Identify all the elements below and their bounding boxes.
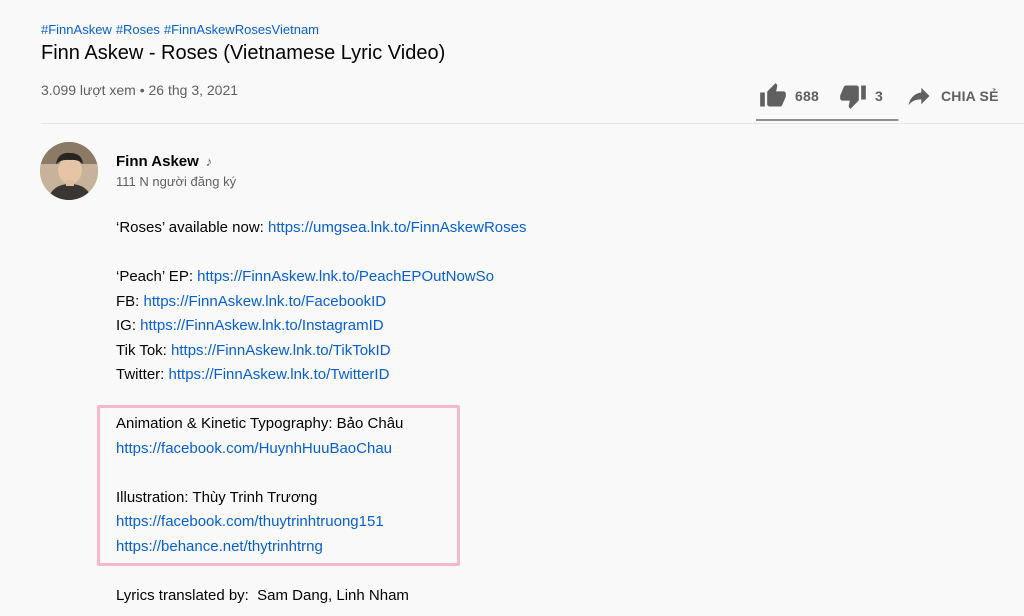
description-line: https://facebook.com/HuynhHuuBaoChau [116, 437, 526, 462]
tiktok-label: Tik Tok: [116, 341, 172, 359]
thumbs-up-icon [759, 82, 787, 110]
description-line: https://behance.net/thytrinhtrng [116, 535, 526, 560]
ig-label: IG: [116, 317, 141, 334]
peach-label: ‘Peach’ EP: [116, 268, 198, 285]
tiktok-link[interactable]: https://FinnAskew.lnk.to/TikTokID [171, 342, 391, 359]
animation-credit: Animation & Kinetic Typography: Bảo Châu [116, 415, 404, 432]
description-line: ‘Roses’ available now: https://umgsea.ln… [116, 216, 526, 241]
upload-date: 26 thg 3, 2021 [148, 82, 239, 98]
like-count: 688 [795, 88, 819, 104]
share-button[interactable]: CHIA SẺ [905, 76, 999, 116]
avatar-photo [40, 142, 98, 200]
description-line: ‘Peach’ EP: https://FinnAskew.lnk.to/Pea… [116, 265, 526, 290]
video-title: Finn Askew - Roses (Vietnamese Lyric Vid… [41, 42, 446, 64]
roses-label: ‘Roses’ available now: [116, 219, 269, 236]
channel-name[interactable]: Finn Askew [116, 152, 199, 172]
lyrics-credit: Lyrics translated by: Sam Dang, Linh Nha… [116, 586, 409, 604]
hashtag-row: #FinnAskew #Roses #FinnAskewRosesVietnam [41, 21, 319, 39]
video-page: #FinnAskew #Roses #FinnAskewRosesVietnam F… [0, 0, 1024, 616]
divider [41, 123, 1024, 124]
description-line: IG: https://FinnAskew.lnk.to/InstagramID [116, 314, 526, 339]
share-label: CHIA SẺ [940, 88, 999, 104]
illustration-facebook-link[interactable]: https://facebook.com/thuytrinhtruong151 [116, 513, 384, 530]
channel-name-row: Finn Askew ♪ [116, 152, 212, 172]
description-line: Twitter: https://FinnAskew.lnk.to/Twitte… [116, 363, 526, 388]
description-line: Tik Tok: https://FinnAskew.lnk.to/TikTok… [116, 339, 526, 364]
sentiment-bar-fill [756, 119, 899, 121]
music-note-icon: ♪ [205, 154, 213, 169]
twitter-link[interactable]: https://FinnAskew.lnk.to/TwitterID [169, 366, 390, 383]
hashtag-finnaskew[interactable]: #FinnAskew [41, 22, 112, 37]
video-meta: 3.099 lượt xem • 26 thg 3, 2021 [41, 80, 238, 100]
twitter-label: Twitter: [116, 366, 169, 383]
channel-avatar[interactable] [40, 142, 98, 200]
fb-label: FB: [116, 292, 144, 310]
dislike-count: 3 [874, 88, 883, 104]
facebook-link[interactable]: https://FinnAskew.lnk.to/FacebookID [144, 293, 387, 310]
view-count: 3.099 lượt xem [41, 82, 136, 98]
thumbs-down-icon [839, 82, 867, 110]
hashtag-roses[interactable]: #Roses [116, 22, 160, 37]
sentiment-bar [756, 119, 899, 121]
like-button[interactable]: 688 [756, 76, 839, 116]
video-description: ‘Roses’ available now: https://umgsea.ln… [116, 216, 526, 608]
illustration-credit: Illustration: Thùy Trinh Trương [116, 488, 318, 506]
description-line: FB: https://FinnAskew.lnk.to/FacebookID [116, 290, 526, 315]
dislike-button[interactable]: 3 [839, 76, 905, 116]
subscriber-count: 111 N người đăng ký [116, 174, 237, 189]
share-arrow-icon [905, 82, 933, 110]
description-line: https://facebook.com/thuytrinhtruong151 [116, 510, 526, 535]
hashtag-finnaskewrosesvietnam[interactable]: #FinnAskewRosesVietnam [164, 22, 319, 37]
peach-link[interactable]: https://FinnAskew.lnk.to/PeachEPOutNowSo [197, 268, 494, 285]
action-bar: 688 3 CHIA SẺ [756, 72, 999, 120]
meta-separator: • [135, 82, 149, 98]
illustration-behance-link[interactable]: https://behance.net/thytrinhtrng [116, 538, 323, 555]
instagram-link[interactable]: https://FinnAskew.lnk.to/InstagramID [140, 317, 383, 334]
roses-link[interactable]: https://umgsea.lnk.to/FinnAskewRoses [268, 219, 526, 236]
animation-facebook-link[interactable]: https://facebook.com/HuynhHuuBaoChau [116, 440, 392, 457]
